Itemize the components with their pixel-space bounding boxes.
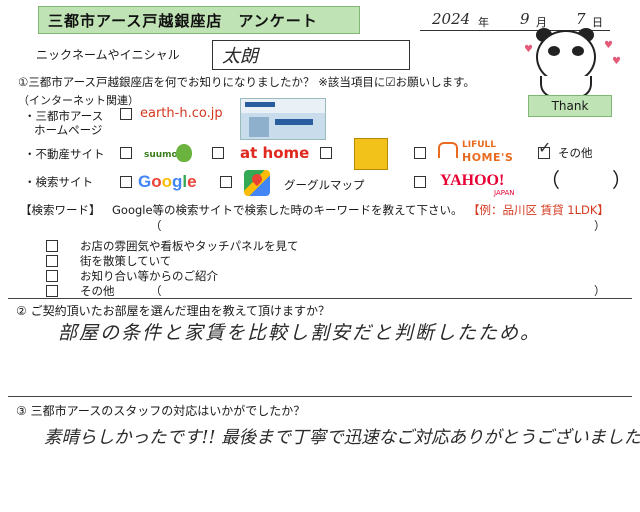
offline-checkbox-1[interactable]: [46, 240, 58, 252]
date-day-value: 7: [576, 10, 586, 28]
homepage-label-line2: ホームページ: [34, 123, 103, 137]
yellow-site-checkbox[interactable]: [320, 147, 332, 159]
offline-item-1: お店の雰囲気や看板やタッチパネルを見て: [80, 239, 299, 253]
yahoo-checkbox[interactable]: [414, 176, 426, 188]
suumo-logo: suumo: [144, 150, 178, 160]
website-thumbnail: [240, 98, 326, 140]
date-year-label: 年: [478, 16, 489, 29]
homes-house-icon: [438, 142, 458, 158]
realestate-label: ・不動産サイト: [24, 147, 105, 161]
other-close-paren: ）: [612, 168, 632, 192]
keyword-label: 【検索ワード】: [20, 203, 101, 217]
date-year-value: 2024: [432, 10, 471, 28]
section-divider: [8, 298, 632, 299]
homes-logo: HOME'S: [462, 151, 514, 164]
keyword-close-paren: ）: [594, 219, 606, 233]
google-letter: o: [151, 172, 162, 191]
offline-item-4: その他: [80, 284, 115, 298]
offline-checkbox-3[interactable]: [46, 270, 58, 282]
offline-item-2: 街を散策していて: [80, 254, 172, 268]
suumo-mascot-icon: [176, 144, 192, 162]
yahoo-japan-label: JAPAN: [494, 189, 515, 197]
offline-other-open-paren: （: [150, 284, 162, 298]
q1-question: ①三都市アース戸越銀座店を何でお知りになりましたか？ ※該当項目に☑お願いします…: [18, 75, 475, 89]
date-day-label: 日: [592, 16, 603, 29]
check-mark-icon: ✓: [538, 138, 552, 157]
keyword-example: 【例：品川区 賃貸 1LDK】: [468, 203, 609, 217]
nickname-label: ニックネームやイニシャル: [36, 48, 180, 62]
heart-icon: ♥: [612, 56, 621, 67]
thank-badge: Thank: [528, 95, 612, 117]
keyword-open-paren: （: [150, 219, 162, 233]
nickname-value: 太朗: [222, 46, 258, 67]
google-letter: g: [172, 172, 183, 191]
suumo-checkbox[interactable]: [120, 147, 132, 159]
search-label: ・検索サイト: [24, 175, 93, 189]
section-divider: [8, 396, 632, 397]
google-checkbox[interactable]: [120, 176, 132, 188]
heart-icon: ♥: [524, 44, 533, 55]
offline-checkbox-2[interactable]: [46, 255, 58, 267]
lifull-logo: LIFULL: [462, 140, 497, 150]
yahoo-logo: YAHOO!: [440, 172, 505, 189]
homepage-url: earth-h.co.jp: [140, 106, 223, 121]
date-month-value: 9: [520, 10, 530, 28]
q2-answer: 部屋の条件と家賃を比較し割安だと判断したため。: [58, 322, 542, 344]
homes-checkbox[interactable]: [414, 147, 426, 159]
q3-answer: 素晴らしかったです!! 最後まで丁寧で迅速なご対応ありがとうございました!!: [44, 428, 640, 448]
keyword-description: Google等の検索サイトで検索した時のキーワードを教えて下さい。: [112, 203, 463, 217]
google-logo: Google: [138, 172, 197, 192]
homepage-checkbox[interactable]: [120, 108, 132, 120]
survey-title: 三都市アース戸越銀座店 アンケート: [48, 12, 318, 30]
offline-checkbox-4[interactable]: [46, 285, 58, 297]
internet-heading: （インターネット関連）: [18, 94, 139, 107]
panda-right-eye-icon: [572, 46, 584, 56]
q3-question: ③ 三都市アースのスタッフの対応はいかがでしたか？: [16, 404, 306, 418]
other-open-paren: （: [540, 168, 560, 192]
offline-item-3: お知り合い等からのご紹介: [80, 269, 218, 283]
other-site-label: その他: [558, 146, 593, 160]
yellow-house-logo-icon: [354, 138, 388, 170]
google-letter: G: [138, 172, 152, 191]
googlemap-label: グーグルマップ: [284, 178, 365, 192]
google-letter: e: [187, 172, 197, 191]
offline-other-close-paren: ）: [594, 284, 606, 298]
q2-question: ② ご契約頂いたお部屋を選んだ理由を教えて頂けますか？: [16, 304, 330, 318]
panda-left-eye-icon: [548, 46, 560, 56]
heart-icon: ♥: [604, 40, 613, 51]
athome-logo: at home: [240, 144, 310, 162]
googlemap-checkbox[interactable]: [220, 176, 232, 188]
google-letter: o: [161, 172, 173, 191]
athome-checkbox[interactable]: [212, 147, 224, 159]
